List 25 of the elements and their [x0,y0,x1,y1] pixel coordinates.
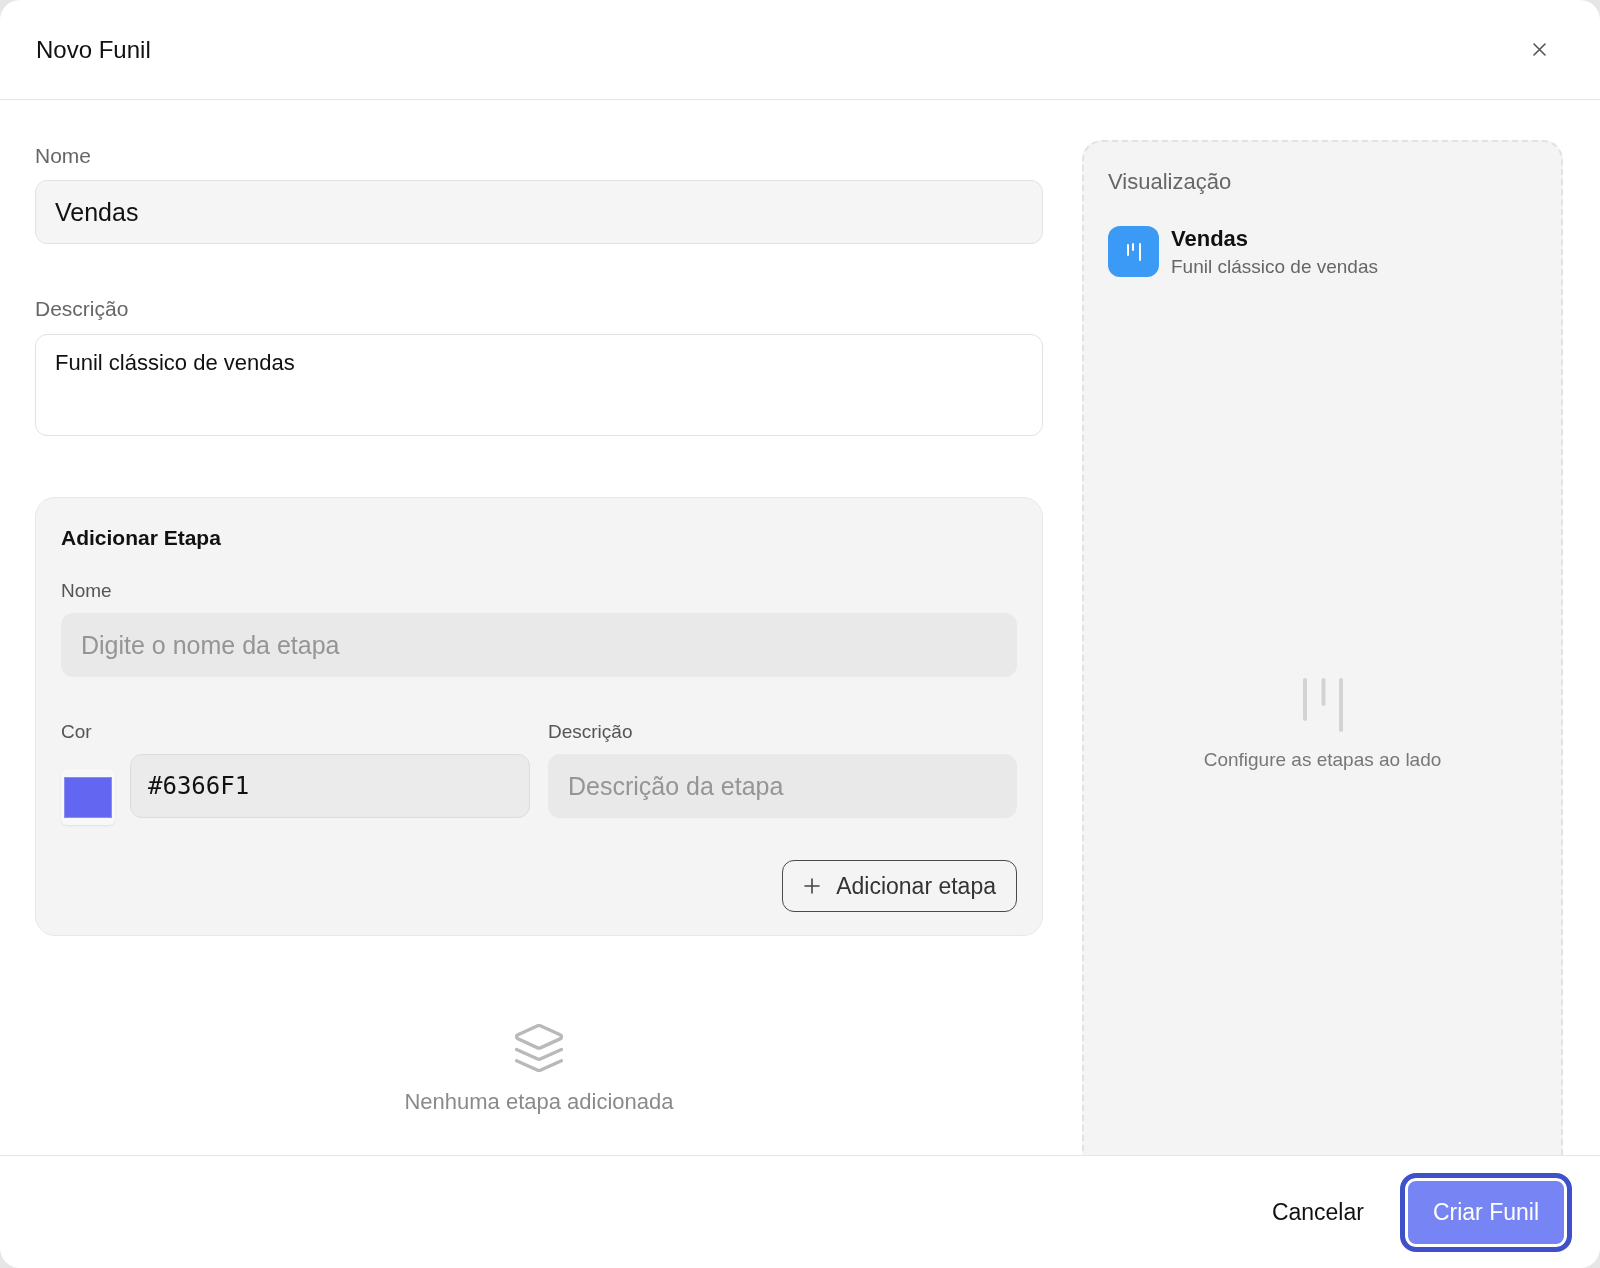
kanban-icon [1300,678,1345,732]
field-label: Nome [35,143,92,169]
stage-name-field[interactable]: Digite o nome da etapa [61,613,1017,677]
dialog-title: Novo Funil [36,34,151,65]
funnel-name: Vendas [1171,226,1249,252]
description-field[interactable]: Funil clássico de vendas [35,334,1043,436]
name-field[interactable]: Vendas [35,180,1043,244]
preview-title: Visualização [1108,168,1232,196]
kanban-icon [1108,226,1159,277]
field-label: Nome [61,579,112,603]
stage-description-field[interactable]: Descrição da etapa [548,754,1017,818]
funnel-description: Funil clássico de vendas [1171,255,1378,279]
color-picker[interactable] [61,769,115,825]
field-label: Descrição [35,296,129,322]
field-label: Cor [61,720,92,744]
empty-stages-text: Nenhuma etapa adicionada [404,1088,674,1116]
layers-icon [515,1024,563,1072]
add-stage-button[interactable]: Adicionar etapa [782,860,1017,912]
section-title: Adicionar Etapa [61,525,221,551]
color-swatch-icon [64,777,112,818]
preview-empty-text: Configure as etapas ao lado [1203,748,1442,772]
plus-icon [804,878,821,894]
color-hex-field[interactable]: #6366F1 [130,754,530,818]
close-icon [1532,43,1546,56]
field-label: Descrição [548,720,633,744]
